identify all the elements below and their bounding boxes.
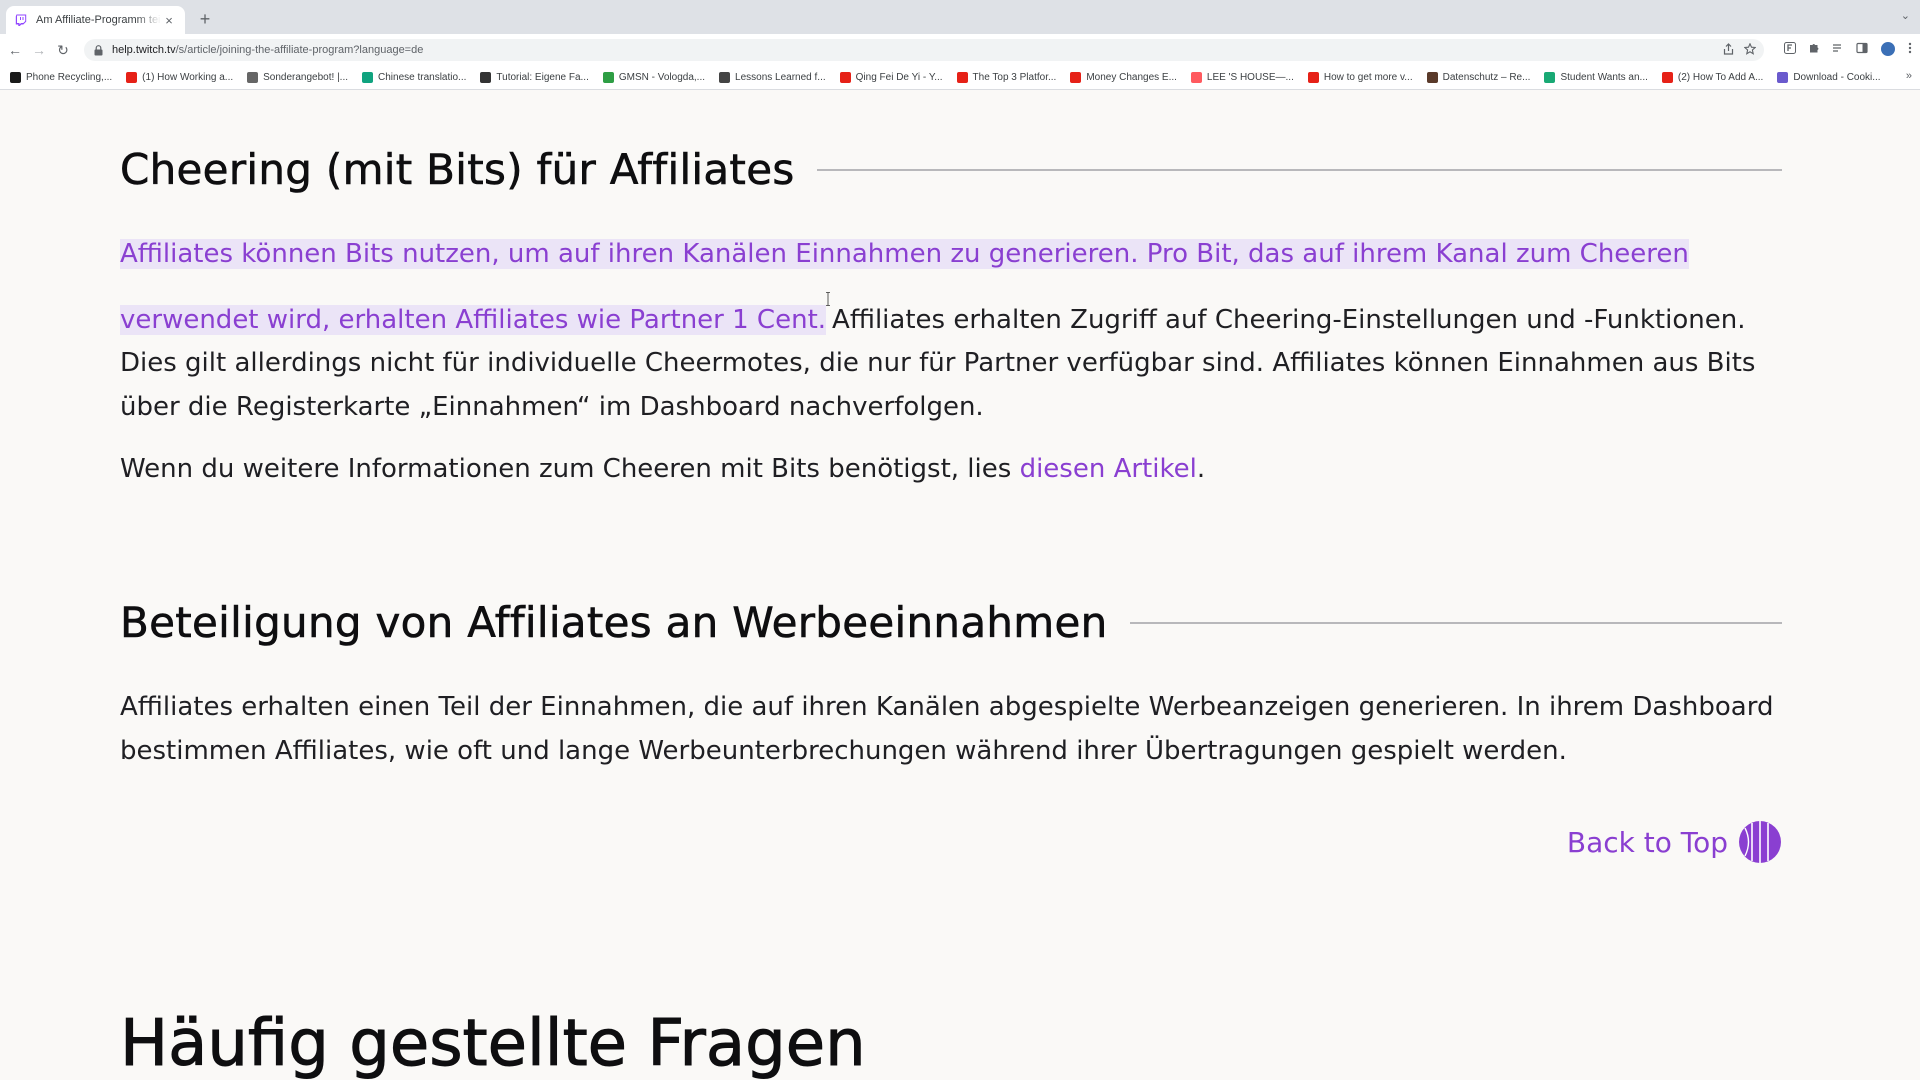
tab-strip: Am Affiliate-Programm teilnehmen × + ⌄ <box>0 0 1920 34</box>
bookmark-item[interactable]: (2) How To Add A... <box>1661 72 1764 83</box>
bookmark-label: Chinese translatio... <box>378 72 467 83</box>
browser-tab[interactable]: Am Affiliate-Programm teilnehmen × <box>6 6 185 34</box>
profile-avatar[interactable] <box>1880 41 1896 57</box>
tab-search-chevron-icon[interactable]: ⌄ <box>1901 9 1910 22</box>
section-cheering-header: Cheering (mit Bits) für Affiliates <box>120 145 1782 194</box>
page-icon <box>1426 72 1438 83</box>
openai-icon <box>362 72 374 83</box>
back-to-top-icon[interactable] <box>1738 820 1782 864</box>
url-path: /s/article/joining-the-affiliate-program… <box>175 44 424 56</box>
extension-f-icon[interactable] <box>1784 41 1796 57</box>
bookmark-label: GMSN - Vologda,... <box>618 72 706 83</box>
bookmark-star-icon[interactable] <box>1743 42 1757 58</box>
text-cursor-icon <box>826 277 831 306</box>
bookmark-label: The Top 3 Platfor... <box>972 72 1057 83</box>
bookmark-item[interactable]: Lessons Learned f... <box>719 72 826 83</box>
youtube-icon <box>839 72 851 83</box>
faq-title: Häufig gestellte Fragen <box>120 1007 867 1080</box>
hash-icon <box>480 72 492 83</box>
share-icon[interactable] <box>1723 43 1734 58</box>
youtube-icon <box>956 72 968 83</box>
tag-icon <box>247 72 259 83</box>
ads-paragraph: Affiliates erhalten einen Teil der Einna… <box>120 692 1774 766</box>
lock-icon[interactable] <box>92 44 104 56</box>
bookmark-label: Tutorial: Eigene Fa... <box>496 72 589 83</box>
bookmark-item[interactable]: Download - Cooki... <box>1777 72 1881 83</box>
cheering-more-info: Wenn du weitere Informationen zum Cheere… <box>120 448 1780 492</box>
more-info-text: Wenn du weitere Informationen zum Cheere… <box>120 454 1020 484</box>
bookmark-item[interactable]: Qing Fei De Yi - Y... <box>839 72 943 83</box>
youtube-icon <box>1307 72 1319 83</box>
bookmark-item[interactable]: (1) How Working a... <box>126 72 233 83</box>
bookmark-label: Datenschutz – Re... <box>1442 72 1531 83</box>
forward-arrow-icon[interactable]: → <box>30 41 48 59</box>
article-link[interactable]: diesen Artikel <box>1020 454 1197 484</box>
bookmark-label: (2) How To Add A... <box>1677 72 1764 83</box>
bookmark-label: LEE 'S HOUSE—... <box>1206 72 1294 83</box>
address-bar[interactable]: help.twitch.tv/s/article/joining-the-aff… <box>84 39 1764 61</box>
bookmark-label: Money Changes E... <box>1086 72 1177 83</box>
back-arrow-icon[interactable]: ← <box>6 41 24 59</box>
bookmark-item[interactable]: GMSN - Vologda,... <box>602 72 706 83</box>
section-divider <box>1129 621 1782 624</box>
bookmark-item[interactable]: The Top 3 Platfor... <box>956 72 1057 83</box>
cheering-paragraph: Affiliates können Bits nutzen, um auf ih… <box>120 233 1780 429</box>
youtube-icon <box>126 72 138 83</box>
browser-toolbar: ← → ↻ help.twitch.tv/s/article/joining-t… <box>0 34 1920 66</box>
section-divider <box>816 168 1782 171</box>
twitch-favicon-icon <box>14 13 28 27</box>
section-cheering-title: Cheering (mit Bits) für Affiliates <box>120 145 795 195</box>
youtube-icon <box>1070 72 1082 83</box>
extensions-puzzle-icon[interactable] <box>1808 42 1820 57</box>
section-ads-header: Beteiligung von Affiliates an Werbeeinna… <box>120 598 1782 647</box>
bookmarks-overflow-icon[interactable]: » <box>1906 70 1912 82</box>
bookmark-label: Lessons Learned f... <box>735 72 826 83</box>
back-to-top-link[interactable]: Back to Top <box>1567 820 1782 864</box>
gmsn-icon <box>602 72 614 83</box>
bookmark-label: Phone Recycling,... <box>26 72 113 83</box>
bookmark-item[interactable]: How to get more v... <box>1307 72 1413 83</box>
back-to-top-label[interactable]: Back to Top <box>1567 826 1728 859</box>
bookmark-label: Sonderangebot! |... <box>263 72 349 83</box>
bookmark-item[interactable]: Student Wants an... <box>1544 72 1648 83</box>
article-content: Cheering (mit Bits) für Affiliates Affil… <box>0 91 1920 1080</box>
youtube-icon <box>1661 72 1673 83</box>
lessons-icon <box>719 72 731 83</box>
bookmark-item[interactable]: Chinese translatio... <box>362 72 466 83</box>
tab-close-icon[interactable]: × <box>161 12 177 28</box>
green-icon <box>1544 72 1556 83</box>
new-tab-button[interactable]: + <box>194 8 216 30</box>
bookmark-item[interactable]: Tutorial: Eigene Fa... <box>480 72 589 83</box>
bookmark-label: Student Wants an... <box>1560 72 1648 83</box>
bookmark-label: Qing Fei De Yi - Y... <box>855 72 943 83</box>
cookie-icon <box>1777 72 1789 83</box>
more-info-end: . <box>1196 454 1206 484</box>
tab-title: Am Affiliate-Programm teilnehmen <box>36 14 161 26</box>
reload-icon[interactable]: ↻ <box>54 41 72 59</box>
ring-icon <box>10 72 21 83</box>
section-ads-title: Beteiligung von Affiliates an Werbeeinna… <box>120 598 1108 648</box>
bookmark-item[interactable]: Money Changes E... <box>1070 72 1177 83</box>
bookmarks-bar: Phone Recycling,... (1) How Working a... S… <box>0 66 1920 90</box>
bookmark-label: (1) How Working a... <box>142 72 234 83</box>
bookmark-label: Download - Cooki... <box>1793 72 1881 83</box>
bookmark-item[interactable]: Datenschutz – Re... <box>1426 72 1531 83</box>
side-panel-icon[interactable] <box>1856 42 1868 57</box>
url-host: help.twitch.tv <box>112 44 176 56</box>
bookmark-item[interactable]: Sonderangebot! |... <box>247 72 348 83</box>
reading-list-icon[interactable] <box>1832 42 1844 57</box>
airbnb-icon <box>1190 72 1202 83</box>
bookmark-item[interactable]: LEE 'S HOUSE—... <box>1190 72 1294 83</box>
bookmark-item[interactable]: Phone Recycling,... <box>10 72 112 83</box>
bookmark-label: How to get more v... <box>1323 72 1413 83</box>
browser-menu-icon[interactable] <box>1908 42 1912 57</box>
